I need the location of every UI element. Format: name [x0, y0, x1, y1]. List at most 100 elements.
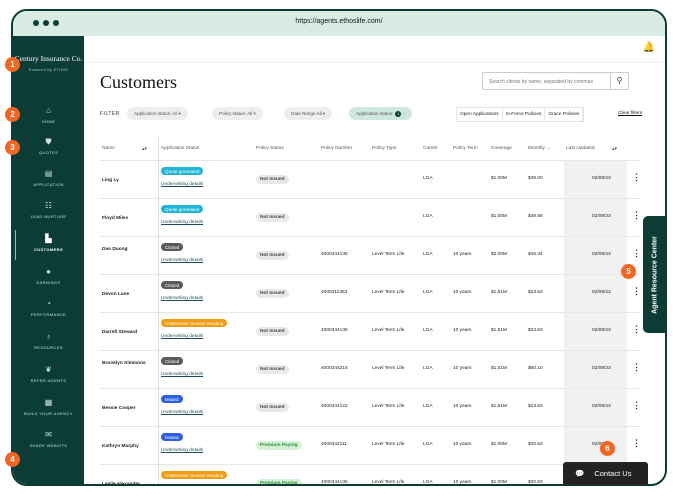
policy-status-badge: Not Issued [256, 213, 289, 222]
customer-name[interactable]: Bessie Cooper [102, 404, 147, 413]
policy-status-filter[interactable]: Policy status: All ▾ [212, 107, 263, 120]
sidebar-item-lead-nurture[interactable]: ☷ LEAD NURTURE [13, 201, 84, 219]
customer-name[interactable]: Kathryn Murphy [102, 442, 147, 451]
sidebar-item-customers[interactable]: ▙ CUSTOMERS [13, 230, 84, 260]
sidebar-item-build-your-agency[interactable]: ▦ BUILD YOUR AGENCY [13, 398, 84, 416]
underwriting-details-link[interactable]: Underwriting details [161, 258, 203, 263]
bell-icon[interactable]: 🔔 [643, 42, 655, 53]
customer-name[interactable]: Leslie Alexander [102, 480, 147, 484]
application-status-filter[interactable]: Application status: All ▾ [127, 107, 188, 120]
customer-name[interactable]: Brooklyn Simmons [102, 359, 147, 368]
sidebar-item-label: PERFORMANCE [30, 312, 67, 317]
cell-carrier: LGA [423, 404, 433, 409]
more-options-icon[interactable]: ⋮ [632, 362, 641, 373]
sidebar-item-resources[interactable]: ♁ RESOURCES [13, 332, 84, 350]
policy-status-badge: Not Issued [256, 365, 289, 374]
more-options-icon[interactable]: ⋮ [632, 400, 641, 411]
remove-filter-icon[interactable]: × [403, 111, 406, 116]
open-applications-button[interactable]: Open Applications [457, 108, 503, 121]
table-row[interactable]: Kathryn Murphy Issued Underwriting details… [100, 426, 641, 465]
sidebar-item-share-website[interactable]: ✉ SHARE WEBSITE [13, 430, 84, 448]
more-options-icon[interactable]: ⋮ [632, 438, 641, 449]
cell-term: 10 years [453, 404, 472, 409]
quotes-icon: ⛊ [45, 137, 52, 146]
underwriting-details-link[interactable]: Underwriting details [161, 410, 203, 415]
more-options-icon[interactable]: ⋮ [632, 172, 641, 183]
cell-type: Level Term Life [372, 404, 405, 409]
sidebar-item-refer-agents[interactable]: ❦ REFER AGENTS [13, 365, 84, 383]
table-row[interactable]: Bessie Cooper Issued Underwriting details N… [100, 388, 641, 427]
table-row[interactable]: Floyd Miles Quote generated Underwriting d… [100, 198, 641, 237]
sidebar-item-application[interactable]: ▤ APPLICATION [13, 169, 84, 187]
cell-carrier: LGA [423, 176, 433, 181]
lead-nurture-icon: ☷ [44, 201, 53, 210]
cell-cov: $1.00M [491, 176, 507, 181]
last-updated: 02/09/23 [592, 214, 611, 219]
cell-num: 4000344135 [321, 252, 348, 257]
more-options-icon[interactable]: ⋮ [632, 324, 641, 335]
table-row[interactable]: Darrell Steward Underwriter Review Pendin… [100, 312, 641, 351]
agent-resource-center-tab[interactable]: Agent Resource Center [643, 216, 667, 333]
more-options-icon[interactable]: ⋮ [632, 248, 641, 259]
customer-name[interactable]: Ling Ly [102, 176, 147, 185]
in-force-policies-button[interactable]: In-Force Policies [503, 108, 546, 121]
active-application-status-filter[interactable]: Application status: 1 × [349, 107, 413, 120]
policy-status-badge: Not Issued [256, 327, 289, 336]
date-range-filter[interactable]: Date Range All ▾ [284, 107, 333, 120]
table-row[interactable]: Brooklyn Simmons Closed Underwriting detai… [100, 350, 641, 389]
underwriting-details-link[interactable]: Underwriting details [161, 448, 203, 453]
cell-cov: $1.00M [491, 214, 507, 219]
underwriting-details-link[interactable]: Underwriting details [161, 220, 203, 225]
contact-label: Contact Us [594, 469, 632, 478]
contact-us-button[interactable]: 💬 Contact Us [563, 462, 648, 485]
cell-mon: $23.63 [528, 404, 543, 409]
cell-mon: $23.63 [528, 328, 543, 333]
application-status-badge: Quote generated [161, 205, 204, 213]
page-title: Customers [100, 72, 178, 92]
brand-logo[interactable]: Century Insurance Co. Powered by ETHOS [13, 54, 84, 75]
underwriting-details-link[interactable]: Underwriting details [161, 372, 203, 377]
marker-1: 1 [5, 57, 20, 72]
underwriting-details-link[interactable]: Underwriting details [161, 296, 203, 301]
customer-name[interactable]: Devon Lane [102, 290, 147, 299]
sort-date-icon[interactable]: ▴▾ [612, 138, 617, 160]
table-row[interactable]: Devon Lane Closed Underwriting details Not … [100, 274, 641, 313]
sidebar-item-performance[interactable]: ◔ PERFORMANCE [13, 299, 84, 317]
sidebar-item-earnings[interactable]: ● EARNINGS [13, 267, 84, 285]
sidebar-item-quotes[interactable]: ⛊ QUOTES [13, 137, 84, 155]
table-row[interactable]: Leslie Alexander Underwriter Review Pendi… [100, 464, 641, 484]
cell-type: Level Term Life [372, 442, 405, 447]
sidebar-item-label: EARNINGS [36, 280, 61, 285]
cell-type: Level Term Life [372, 366, 405, 371]
more-options-icon[interactable]: ⋮ [632, 286, 641, 297]
more-options-icon[interactable]: ⋮ [632, 210, 641, 221]
sidebar-item-home[interactable]: ⌂ HOME [13, 106, 84, 124]
customer-name[interactable]: Dao Duong [102, 245, 147, 254]
grace-policies-button[interactable]: Grace Policies [545, 108, 584, 121]
sort-name-icon[interactable]: ▴▾ [142, 138, 147, 160]
sidebar-item-label: REFER AGENTS [30, 378, 67, 383]
search-input[interactable]: Search clients by name, separated by com… [482, 72, 629, 90]
clear-filters-link[interactable]: Clear filters [618, 111, 642, 116]
marker-2: 2 [5, 107, 20, 122]
customer-name[interactable]: Floyd Miles [102, 214, 147, 223]
table-row[interactable]: Ling Ly Quote generated Underwriting detai… [100, 160, 641, 199]
cell-term: 10 years [453, 252, 472, 257]
customer-name[interactable]: Darrell Steward [102, 328, 147, 337]
underwriting-details-link[interactable]: Underwriting details [161, 334, 203, 339]
column-header-0[interactable]: Name [102, 138, 115, 160]
table-row[interactable]: Dao Duong Closed Underwriting details Not I… [100, 236, 641, 275]
sidebar-item-label: SHARE WEBSITE [29, 443, 68, 448]
search-icon[interactable]: ⚲ [610, 73, 628, 89]
column-header-9[interactable]: Last Updated [566, 138, 595, 160]
policy-status-badge: Not Issued [256, 251, 289, 260]
sidebar: Century Insurance Co. Powered by ETHOS ⌂ H… [13, 36, 84, 484]
column-header-5: Carrier [423, 146, 438, 151]
main-content: 🔔 Customers Search clients by name, sepa… [84, 36, 665, 484]
refer-agents-icon: ❦ [45, 365, 52, 374]
cell-cov: $1.51M [491, 366, 507, 371]
policy-status-badge: Premium Paying [256, 441, 302, 450]
underwriting-details-link[interactable]: Underwriting details [161, 182, 203, 187]
browser-toolbar: https://agents.ethoslife.com/ [13, 11, 665, 36]
url-bar[interactable]: https://agents.ethoslife.com/ [13, 18, 665, 25]
